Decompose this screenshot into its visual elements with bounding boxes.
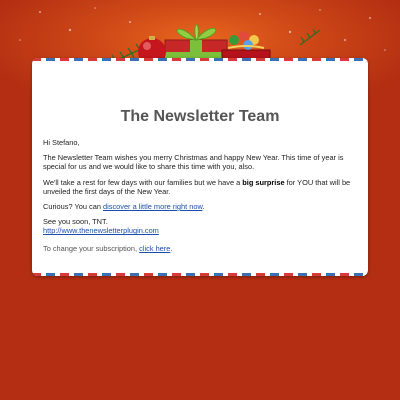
paragraph-wishes: The Newsletter Team wishes you merry Chr… [43,153,344,172]
newsletter-card: The Newsletter Team Hi Stefano, The News… [32,58,368,276]
curious-text: Curious? You can [43,202,103,212]
subscription-note: To change your subscription, click here. [43,244,357,253]
surprise-text-before: We'll take a rest for few days with our … [43,177,243,187]
airmail-stripe-bottom [32,273,368,276]
paragraph-curious: Curious? You can discover a little more … [43,202,357,211]
paragraph-surprise: We'll take a rest for few days with our … [43,178,357,196]
subscription-end: . [170,243,173,253]
curious-end: . [202,202,205,212]
surprise-bold: big surprise [242,177,285,187]
signoff-text: See you soon, TNT. [43,217,108,227]
subscription-text: To change your subscription, [43,243,140,253]
greeting-text: Hi Stefano, [43,138,80,147]
page-title: The Newsletter Team [120,108,280,125]
unsubscribe-link[interactable]: click here [139,244,170,253]
airmail-stripe-top [32,58,368,61]
signoff-block: See you soon, TNT. http://www.thenewslett… [43,217,357,235]
email-body: Hi Stefano, The Newsletter Team wishes y… [43,138,357,259]
discover-link[interactable]: discover a little more right now [103,202,202,211]
site-link[interactable]: http://www.thenewsletterplugin.com [43,226,159,235]
